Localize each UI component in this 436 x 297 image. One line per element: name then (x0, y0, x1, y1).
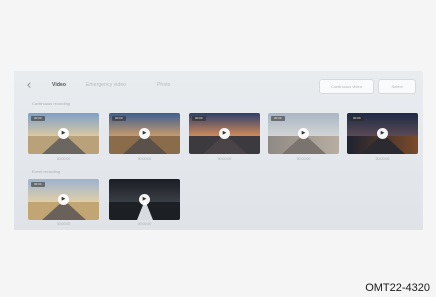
video-caption: 00:00:00 (56, 222, 71, 226)
video-thumbnail[interactable]: ▶ (109, 179, 180, 220)
play-icon[interactable]: ▶ (139, 128, 150, 139)
tab-video[interactable]: Video (52, 82, 66, 88)
video-caption: 00:00:00 (137, 157, 152, 161)
continuous-video-button[interactable]: Continuous video (319, 79, 374, 94)
section-label-event: Event recording (32, 169, 61, 174)
top-bar: ‹ Video Emergency video Photo Continuous… (14, 71, 423, 99)
back-button[interactable]: ‹ (22, 79, 36, 93)
video-thumbnail[interactable]: 00:00 ▶ (268, 113, 339, 154)
play-icon[interactable]: ▶ (58, 128, 69, 139)
duration-badge: 00:00 (192, 116, 206, 121)
duration-badge: 00:00 (31, 116, 45, 121)
tab-emergency-video[interactable]: Emergency video (86, 82, 126, 88)
duration-badge: 00:00 (112, 116, 126, 121)
duration-badge: 00:00 (271, 116, 285, 121)
video-thumbnail[interactable]: 00:00 ▶ (189, 113, 260, 154)
play-icon[interactable]: ▶ (139, 194, 150, 205)
play-icon[interactable]: ▶ (377, 128, 388, 139)
play-icon[interactable]: ▶ (298, 128, 309, 139)
chevron-left-icon: ‹ (26, 78, 32, 93)
video-caption: 00:00:00 (137, 222, 152, 226)
video-thumbnail[interactable]: 00:00 ▶ (109, 113, 180, 154)
video-thumbnail[interactable]: 00:00 ▶ (28, 179, 99, 220)
duration-badge: 00:00 (350, 116, 364, 121)
video-thumbnail[interactable]: 00:00 ▶ (28, 113, 99, 154)
section-label-continuous: Continuous recording (32, 101, 71, 106)
video-thumbnail[interactable]: 00:00 ▶ (347, 113, 418, 154)
figure-code: OMT22-4320 (365, 282, 430, 294)
video-caption: 00:00:00 (56, 157, 71, 161)
video-gallery-screen: ‹ Video Emergency video Photo Continuous… (14, 71, 423, 230)
video-caption: 00:00:00 (375, 157, 390, 161)
play-icon[interactable]: ▶ (58, 194, 69, 205)
video-caption: 00:00:00 (217, 157, 232, 161)
tab-photo[interactable]: Photo (157, 82, 171, 88)
video-caption: 00:00:00 (296, 157, 311, 161)
play-icon[interactable]: ▶ (219, 128, 230, 139)
select-button[interactable]: Select (378, 79, 416, 94)
duration-badge: 00:00 (31, 182, 45, 187)
